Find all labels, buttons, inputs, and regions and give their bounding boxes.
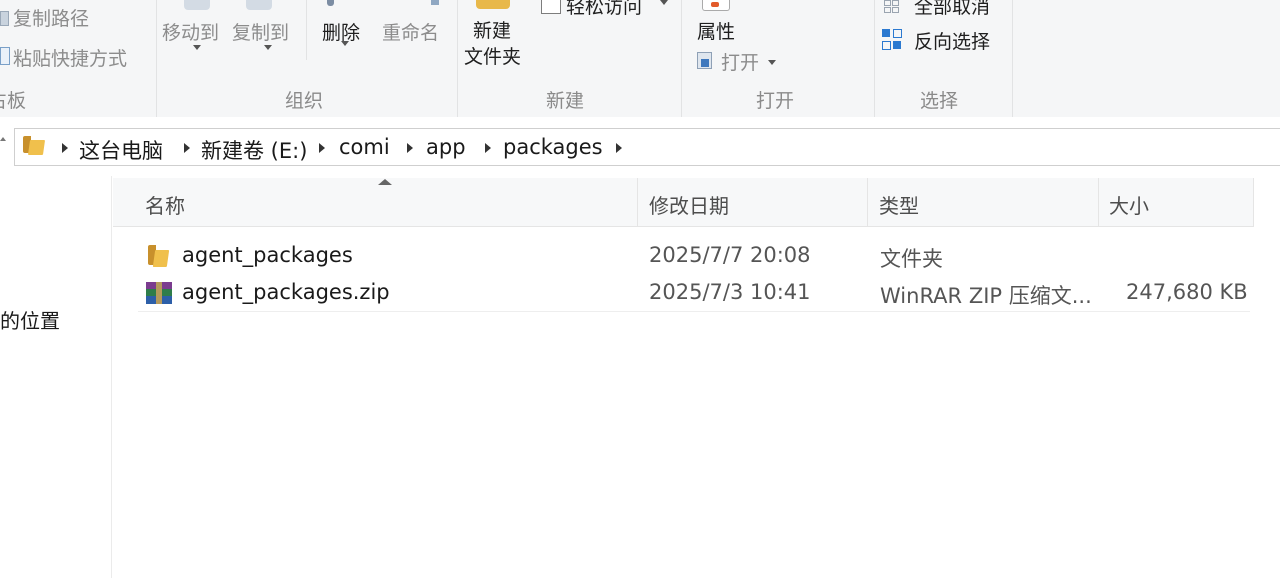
open-icon [697,52,712,69]
new-group-label: 新建 [546,90,585,112]
select-group-label: 选择 [920,90,959,112]
properties-button[interactable]: 属性 [697,17,735,44]
breadcrumb-packages[interactable]: packages [503,135,603,159]
breadcrumb-separator[interactable] [62,143,68,153]
clipboard-group-label: 占板 [0,90,27,112]
breadcrumb-drive-e[interactable]: 新建卷 (E:) [201,135,307,165]
move-to-dropdown-caret [193,45,201,50]
move-to-icon [184,0,210,10]
folder-icon [148,245,170,267]
file-name: agent_packages [182,243,353,267]
file-modified: 2025/7/3 10:41 [649,280,811,304]
breadcrumb-separator[interactable] [616,143,622,153]
column-header-type[interactable]: 类型 [879,190,919,219]
rename-button[interactable]: 重命名 [382,18,439,45]
paste-shortcut-button[interactable]: 粘贴快捷方式 [13,44,127,71]
breadcrumb-separator[interactable] [319,143,325,153]
file-modified: 2025/7/7 20:08 [649,243,811,267]
copy-to-button[interactable]: 复制到 [232,18,289,45]
group-divider [156,0,157,117]
file-row[interactable]: agent_packages 2025/7/7 20:08 文件夹 [138,238,1250,274]
delete-icon [327,0,334,6]
group-divider [306,0,307,60]
group-divider [457,0,458,117]
open-button[interactable]: 打开 [721,48,759,75]
open-dropdown-caret [768,60,776,65]
paste-shortcut-icon [0,47,10,65]
new-folder-label-line1: 新建 [473,20,512,42]
new-folder-button[interactable]: 新建 文件夹 [462,16,532,72]
copy-to-dropdown-caret [264,45,272,50]
file-row[interactable]: agent_packages.zip 2025/7/3 10:41 WinRAR… [138,275,1250,311]
new-folder-icon [476,0,510,9]
breadcrumb-separator[interactable] [485,143,491,153]
file-type: WinRAR ZIP 压缩文... [880,284,1092,308]
breadcrumb-separator[interactable] [184,143,190,153]
column-divider[interactable] [867,178,868,226]
row-divider [138,311,1250,312]
column-header-name[interactable]: 名称 [145,190,185,219]
group-divider [874,0,875,117]
easy-access-icon [541,0,561,14]
file-size: 247,680 KB [1126,280,1248,304]
invert-selection-button[interactable]: 反向选择 [914,27,990,54]
copy-path-button[interactable]: 复制路径 [13,4,89,31]
open-group-label: 打开 [756,90,795,112]
invert-selection-icon [882,29,902,51]
breadcrumb-comi[interactable]: comi [339,135,390,159]
breadcrumb-app[interactable]: app [426,135,466,159]
rename-icon [431,0,439,5]
select-none-icon [884,0,899,13]
ribbon: 复制路径 粘贴快捷方式 占板 移动到 复制到 删除 重命名 组织 新建 文件夹 … [0,0,1280,118]
breadcrumb-this-pc[interactable]: 这台电脑 [79,135,163,165]
group-divider [1012,0,1013,117]
column-header-modified[interactable]: 修改日期 [649,190,729,219]
copy-to-icon [246,0,272,10]
nav-arrow-icon[interactable] [0,137,6,141]
breadcrumb-separator[interactable] [407,143,413,153]
select-none-button[interactable]: 全部取消 [914,0,990,19]
address-bar[interactable]: 这台电脑 新建卷 (E:) comi app packages [14,128,1280,166]
easy-access-button[interactable]: 轻松访问 [566,0,642,19]
column-header-size[interactable]: 大小 [1109,190,1149,219]
column-divider[interactable] [1098,178,1099,226]
file-name: agent_packages.zip [182,280,390,304]
column-divider[interactable] [637,178,638,226]
easy-access-dropdown-caret [660,0,668,5]
organize-group-label: 组织 [285,90,324,112]
delete-dropdown-caret [341,41,349,46]
group-divider [681,0,682,117]
nav-item-partial[interactable]: 的位置 [0,305,60,334]
move-to-button[interactable]: 移动到 [162,18,219,45]
nav-pane-divider[interactable] [111,176,112,578]
sort-ascending-icon [378,179,392,185]
new-folder-label-line2: 文件夹 [464,46,522,68]
column-divider[interactable] [1253,178,1254,226]
column-header-bar: 名称 修改日期 类型 大小 [113,178,1254,227]
folder-icon [23,136,46,155]
winrar-archive-icon [146,282,172,304]
address-bar-row: 这台电脑 新建卷 (E:) comi app packages [0,117,1280,176]
properties-icon [702,0,730,11]
file-type: 文件夹 [880,247,943,271]
copy-path-icon [0,11,9,26]
